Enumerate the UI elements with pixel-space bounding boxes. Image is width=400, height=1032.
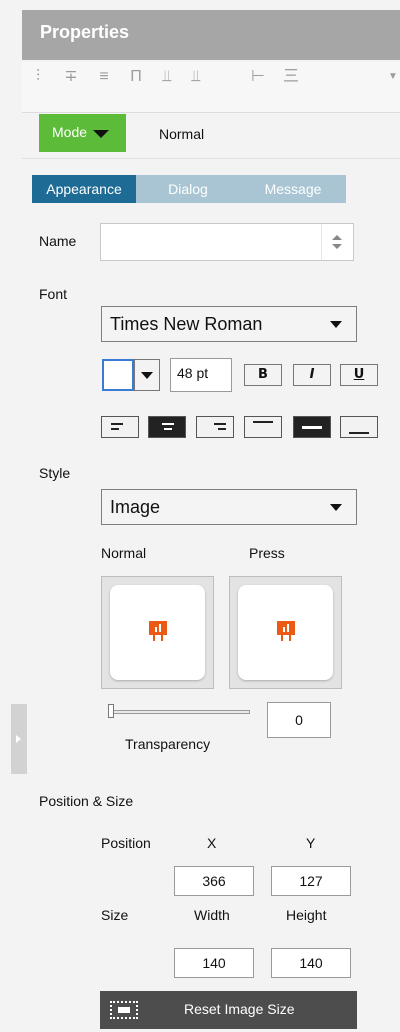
align-left-icon [111, 423, 123, 425]
normal-image-preview[interactable] [101, 576, 214, 689]
chevron-down-icon [330, 504, 342, 511]
style-label: Style [39, 465, 71, 481]
divider [22, 158, 400, 159]
mode-value: Normal [159, 126, 205, 142]
tab-dialog[interactable]: Dialog [136, 175, 240, 203]
align-left-icon[interactable]: ⫶ [27, 67, 49, 87]
align-right-icon-line [218, 428, 226, 430]
font-color-dropdown[interactable] [134, 359, 160, 391]
align-right-icon[interactable]: ≡ [93, 67, 115, 87]
text-align-center-button[interactable] [148, 416, 186, 438]
chevron-down-icon[interactable] [332, 244, 342, 249]
x-label: X [207, 835, 217, 851]
chevron-down-icon [93, 130, 109, 138]
press-image-label: Press [249, 545, 285, 561]
italic-button[interactable]: I [293, 364, 331, 386]
align-bottom-icon[interactable]: ⫫ [185, 67, 207, 87]
image-thumbnail [110, 585, 205, 680]
height-label: Height [286, 907, 327, 923]
name-label: Name [39, 233, 77, 249]
presentation-icon-bar [159, 624, 161, 632]
align-center-icon [162, 423, 174, 425]
align-center-icon[interactable]: ∓ [60, 67, 82, 87]
resize-icon [110, 1001, 138, 1019]
tab-appearance[interactable]: Appearance [32, 175, 136, 203]
align-middle-icon[interactable]: ⫫ [156, 67, 178, 87]
presentation-icon-bar [287, 624, 289, 632]
underline-button[interactable]: U [340, 364, 378, 386]
presentation-icon-bar [155, 627, 157, 632]
valign-middle-icon [302, 426, 322, 429]
width-input[interactable]: 140 [174, 948, 254, 978]
transparency-label: Transparency [125, 736, 211, 752]
transparency-slider-handle[interactable] [108, 704, 114, 718]
distribute-horizontal-icon[interactable]: ⊢ [247, 67, 269, 87]
chevron-down-icon [141, 372, 153, 379]
font-color-swatch[interactable] [102, 359, 134, 391]
font-family-select[interactable]: Times New Roman [101, 306, 357, 342]
font-family-value: Times New Roman [110, 314, 263, 334]
align-top-icon[interactable]: Π [125, 67, 147, 87]
presentation-icon [149, 621, 167, 635]
collapse-panel-handle[interactable] [11, 704, 27, 774]
more-icon[interactable]: ▼ [382, 67, 400, 87]
tab-message[interactable]: Message [240, 175, 346, 203]
font-size-input[interactable]: 48 pt [170, 358, 232, 392]
reset-image-size-button[interactable]: Reset Image Size [100, 991, 357, 1029]
presentation-icon-bar [283, 627, 285, 632]
press-image-preview[interactable] [229, 576, 342, 689]
position-x-input[interactable]: 366 [174, 866, 254, 896]
size-label: Size [101, 907, 129, 923]
valign-middle-button[interactable] [293, 416, 331, 438]
reset-image-size-label: Reset Image Size [184, 1001, 295, 1017]
name-input[interactable] [100, 223, 354, 261]
align-right-icon [214, 423, 226, 425]
transparency-slider[interactable] [108, 710, 250, 714]
chevron-down-icon [330, 321, 342, 328]
chevron-right-icon [16, 735, 21, 743]
font-size-value: 48 pt [177, 365, 209, 381]
height-input[interactable]: 140 [271, 948, 351, 978]
width-label: Width [194, 907, 230, 923]
mode-label: Mode [52, 124, 88, 140]
chevron-up-icon[interactable] [332, 235, 342, 240]
position-size-heading: Position & Size [39, 793, 134, 809]
style-select[interactable]: Image [101, 489, 357, 525]
normal-image-label: Normal [101, 545, 147, 561]
valign-bottom-icon [349, 432, 369, 434]
position-y-input[interactable]: 127 [271, 866, 351, 896]
bold-button[interactable]: B [244, 364, 282, 386]
font-label: Font [39, 286, 68, 302]
presentation-icon-stand [153, 635, 163, 641]
position-label: Position [101, 835, 151, 851]
valign-top-button[interactable] [244, 416, 282, 438]
align-center-icon-line [164, 428, 172, 430]
valign-bottom-button[interactable] [340, 416, 378, 438]
style-value: Image [110, 497, 161, 517]
text-align-right-button[interactable] [196, 416, 234, 438]
text-align-left-button[interactable] [101, 416, 139, 438]
y-label: Y [306, 835, 316, 851]
distribute-vertical-icon[interactable]: 三 [280, 67, 302, 87]
presentation-icon-stand [281, 635, 291, 641]
name-spinner[interactable] [321, 224, 353, 260]
presentation-icon [277, 621, 295, 635]
divider [22, 112, 400, 113]
valign-top-icon [253, 421, 273, 423]
image-thumbnail [238, 585, 333, 680]
align-left-icon-line [111, 428, 119, 430]
transparency-input[interactable]: 0 [267, 702, 331, 738]
panel-title: Properties [40, 22, 130, 42]
mode-button[interactable]: Mode [39, 114, 126, 152]
